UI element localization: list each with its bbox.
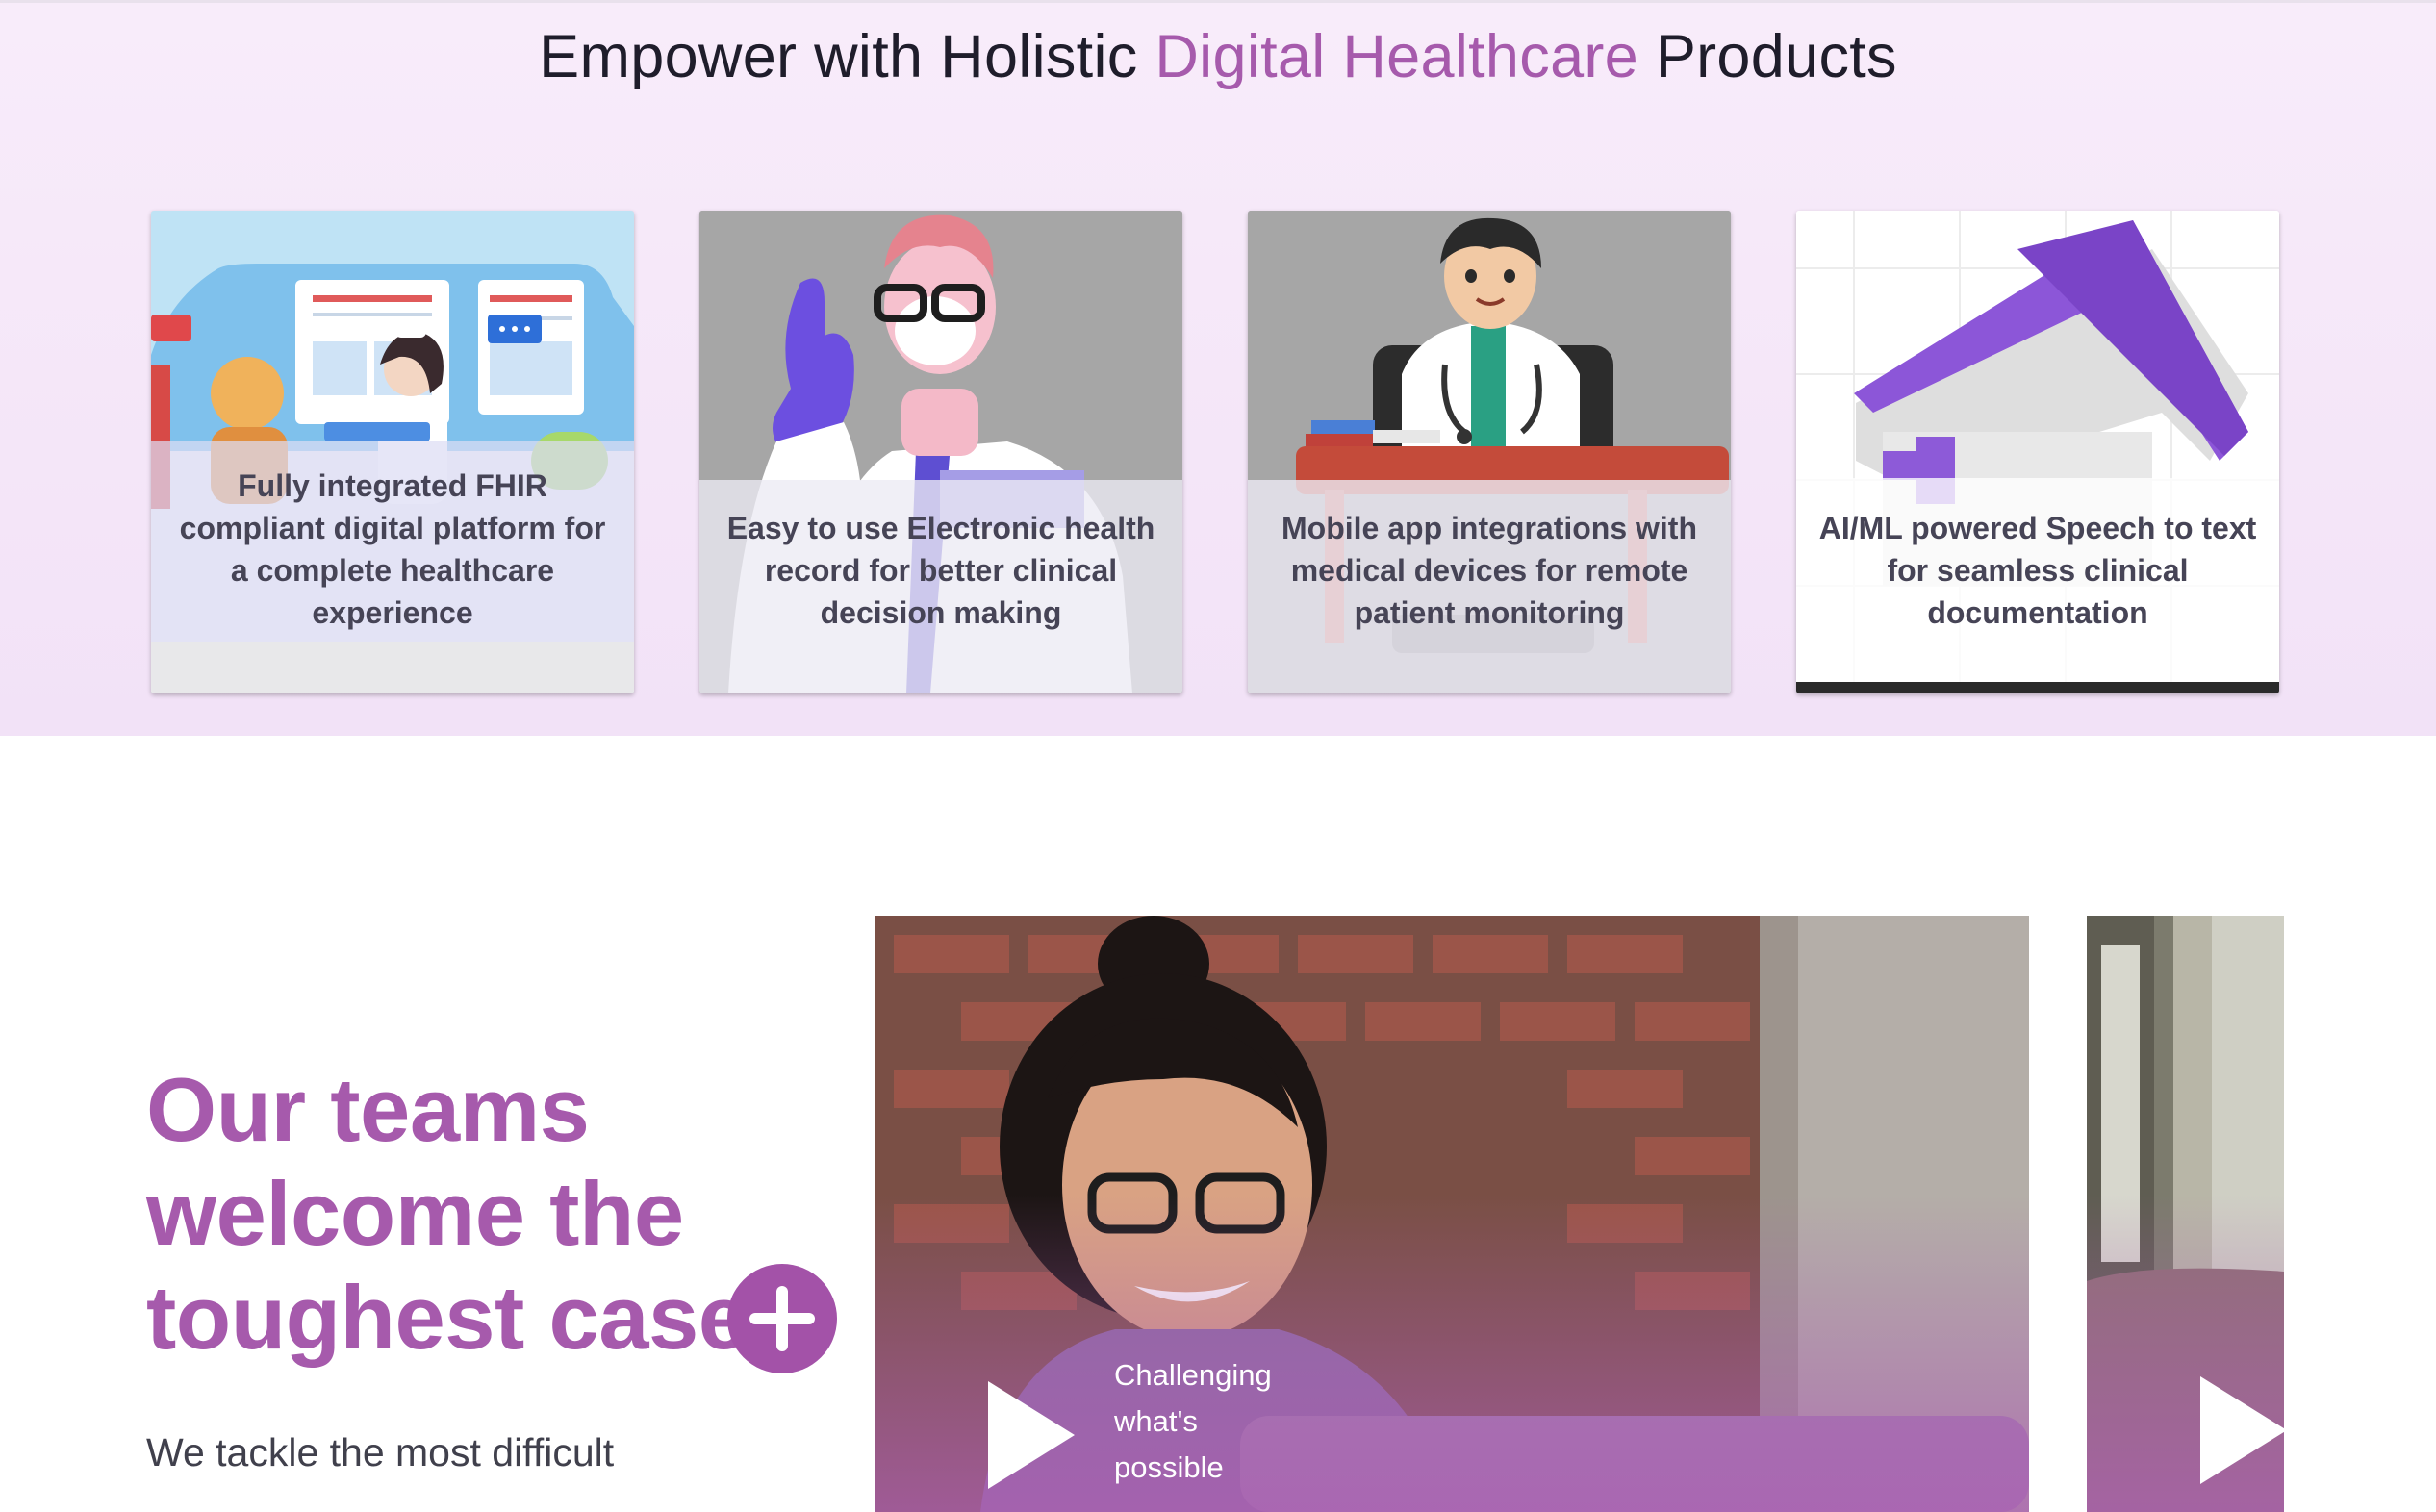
video-caption-line2: what's: [1114, 1404, 1198, 1438]
teams-heading-line2: welcome the: [146, 1163, 684, 1264]
products-section: Empower with Holistic Digital Healthcare…: [0, 0, 2436, 736]
product-card-mobile[interactable]: Mobile app integrations with medical dev…: [1248, 211, 1731, 693]
play-icon: [988, 1381, 1075, 1489]
product-card-ehr[interactable]: Easy to use Electronic health record for…: [699, 211, 1182, 693]
teams-heading-line3: toughest case: [146, 1267, 749, 1368]
video-card-main[interactable]: Challenging what's possible: [875, 916, 2029, 1512]
card-footer: [151, 642, 634, 693]
title-prefix: Empower with Holistic: [539, 23, 1155, 90]
product-caption-ehr: Easy to use Electronic health record for…: [726, 511, 1155, 630]
teams-body-text: We tackle the most difficult: [146, 1430, 615, 1474]
product-card-speech[interactable]: AI/ML powered Speech to text for seamles…: [1796, 211, 2279, 693]
video-caption: Challenging what's possible: [1114, 1352, 1345, 1491]
product-caption-fhir: Fully integrated FHIR compliant digital …: [179, 468, 606, 630]
play-button-main[interactable]: [982, 1377, 1078, 1493]
plus-button[interactable]: [727, 1264, 837, 1373]
teams-heading-line1: Our teams: [146, 1059, 590, 1160]
product-caption-speech: AI/ML powered Speech to text for seamles…: [1818, 511, 2257, 630]
title-suffix: Products: [1638, 23, 1897, 90]
video-caption-line3: possible: [1114, 1450, 1224, 1484]
title-accent: Digital Healthcare: [1155, 23, 1639, 90]
video-caption-line1: Challenging: [1114, 1358, 1272, 1392]
play-button-next[interactable]: [2195, 1373, 2284, 1488]
video-card-next[interactable]: [2087, 916, 2284, 1512]
product-card-fhir[interactable]: Fully integrated FHIR compliant digital …: [151, 211, 634, 693]
products-title: Empower with Holistic Digital Healthcare…: [0, 22, 2436, 91]
plus-icon: [749, 1286, 815, 1351]
product-caption-mobile: Mobile app integrations with medical dev…: [1281, 511, 1697, 630]
play-icon: [2200, 1376, 2284, 1484]
